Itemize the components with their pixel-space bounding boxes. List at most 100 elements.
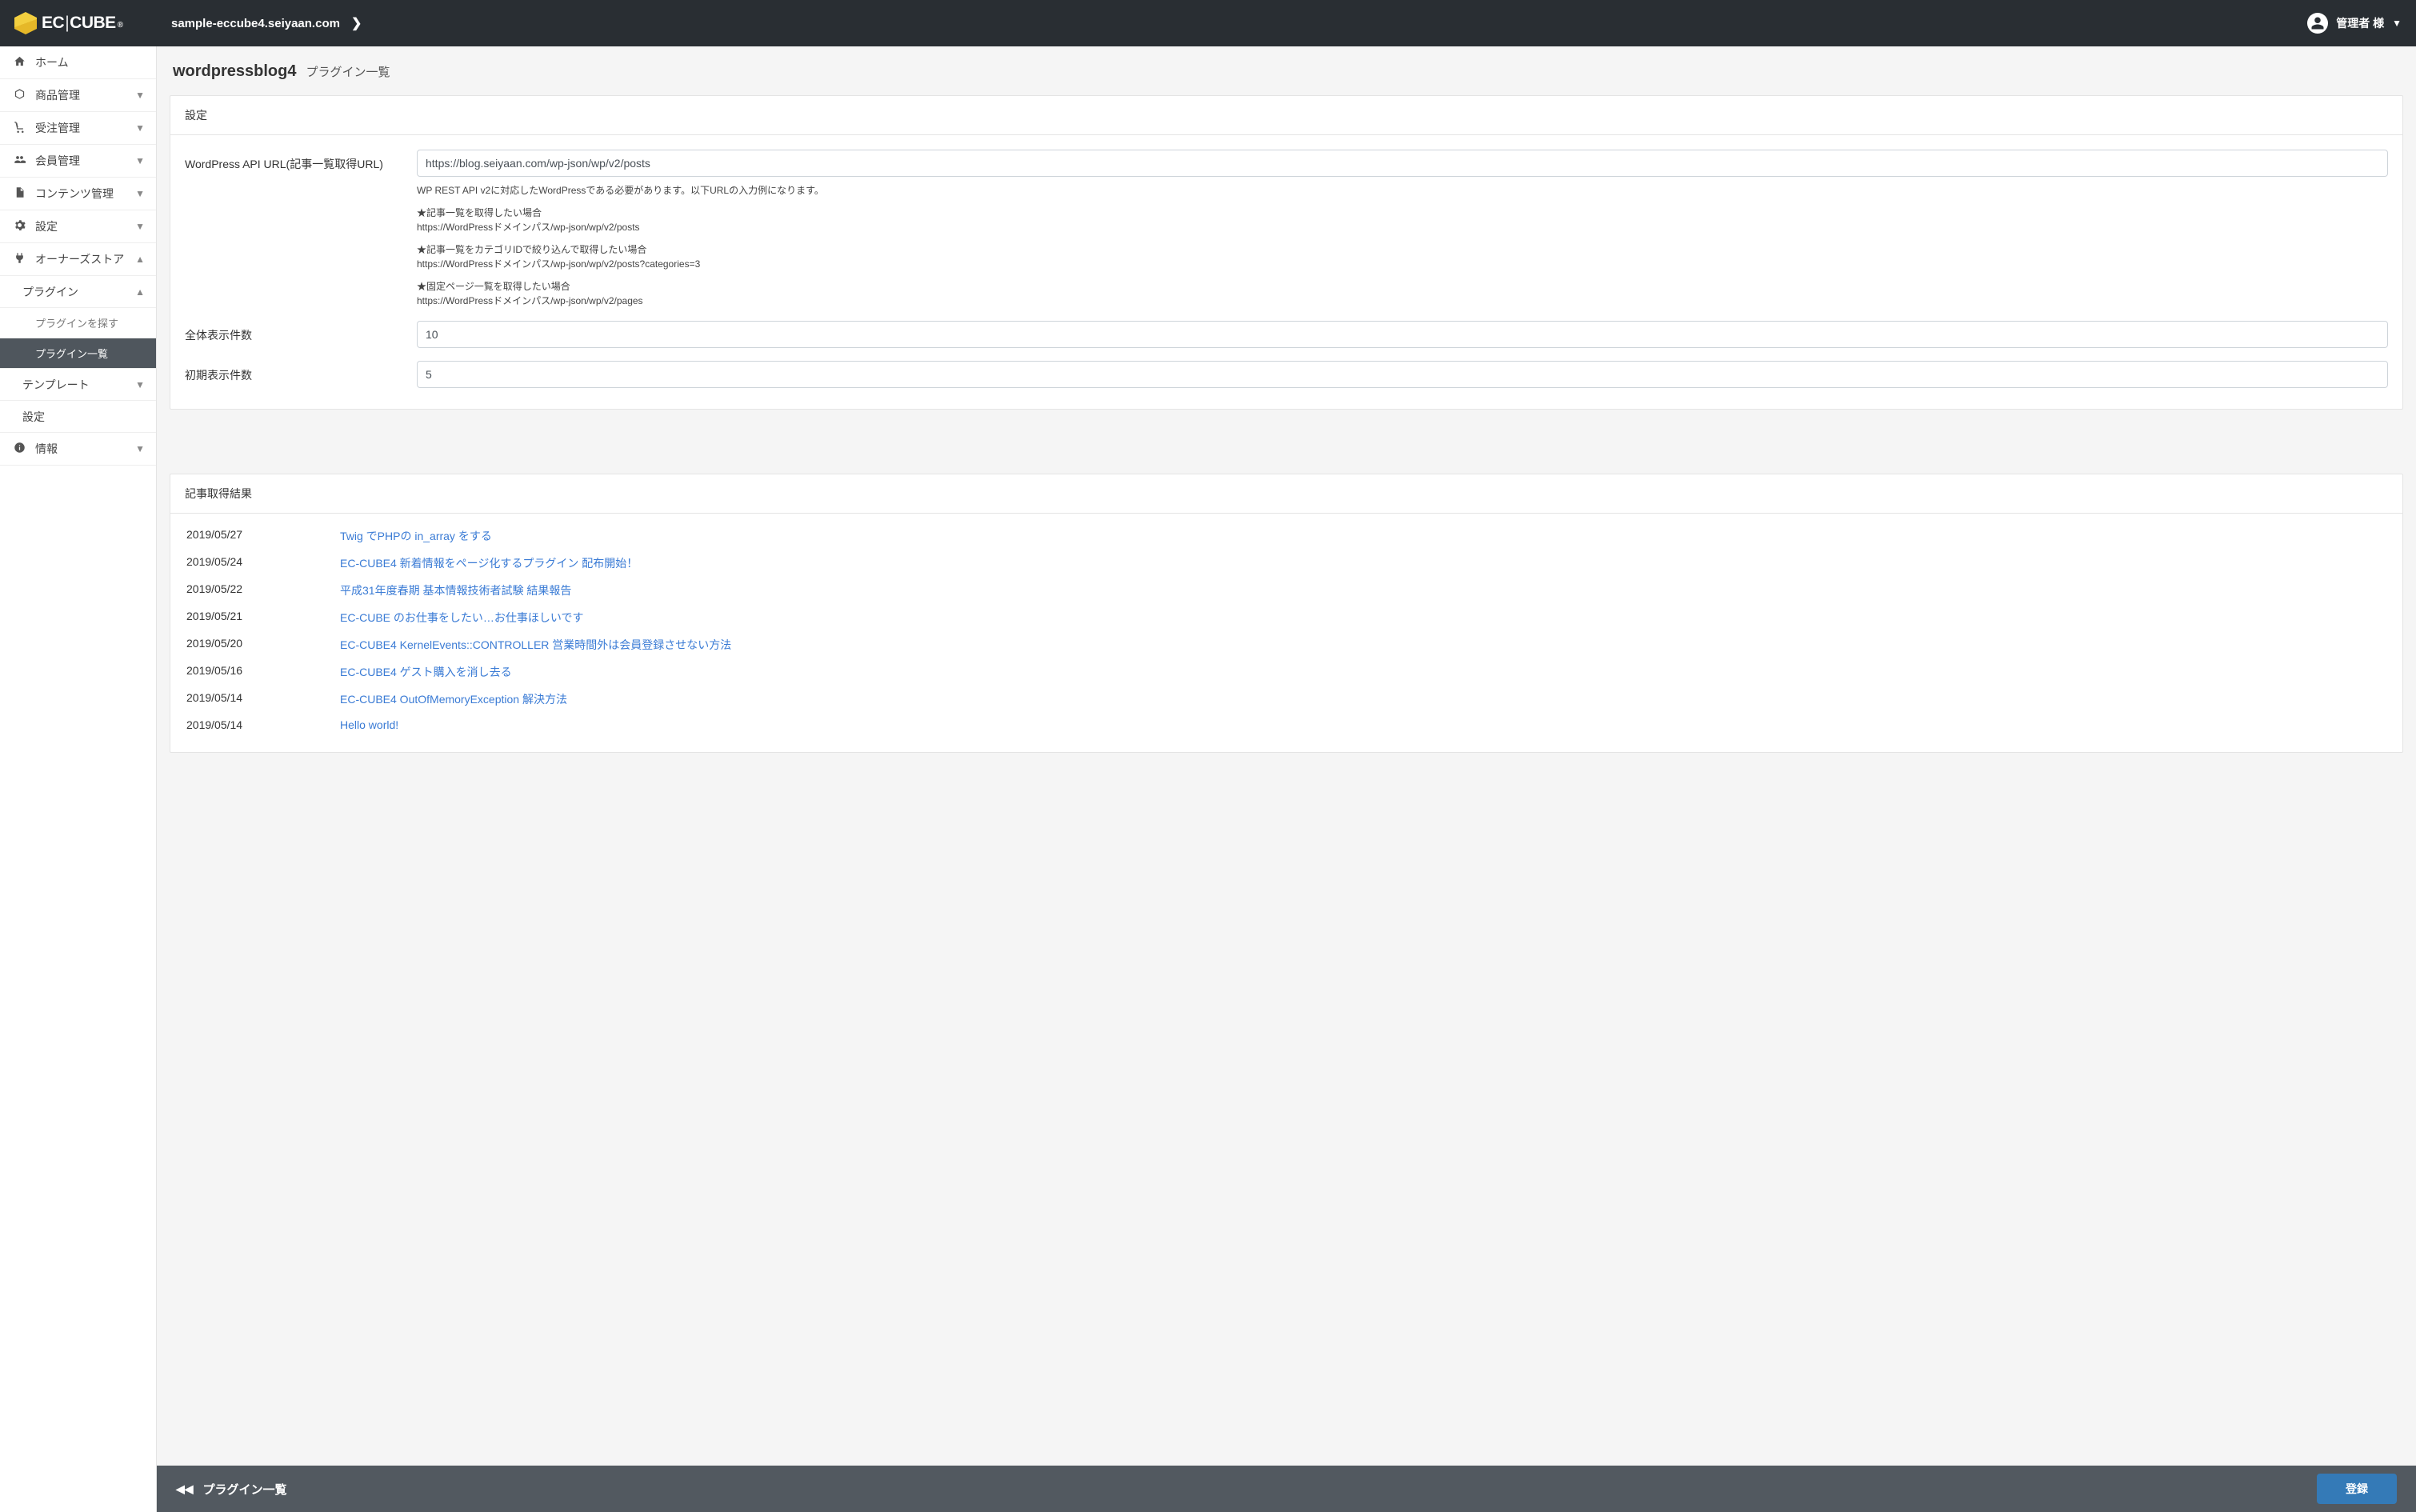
result-date: 2019/05/16 xyxy=(186,659,338,685)
chevron-down-icon: ▼ xyxy=(135,188,145,199)
results-card: 記事取得結果 2019/05/27Twig でPHPの in_array をする… xyxy=(170,474,2403,753)
table-row: 2019/05/16EC-CUBE4 ゲスト購入を消し去る xyxy=(186,659,2386,685)
cube-icon xyxy=(11,88,27,102)
sidebar-item-home[interactable]: ホーム xyxy=(0,46,156,79)
info-icon xyxy=(11,442,27,456)
result-link[interactable]: Twig でPHPの in_array をする xyxy=(340,530,492,542)
table-row: 2019/05/20EC-CUBE4 KernelEvents::CONTROL… xyxy=(186,632,2386,658)
topbar: EC|CUBE® sample-eccube4.seiyaan.com ❯ 管理… xyxy=(0,0,2416,46)
logo-text: EC|CUBE® xyxy=(42,14,122,33)
chevron-down-icon: ▼ xyxy=(2392,18,2402,29)
sidebar-subitem-ssetting[interactable]: 設定 xyxy=(0,401,156,433)
sidebar-item-label: オーナーズストア xyxy=(35,251,124,267)
file-icon xyxy=(11,186,27,201)
settings-card: 設定 WordPress API URL(記事一覧取得URL)WP REST A… xyxy=(170,95,2403,410)
result-link[interactable]: EC-CUBE4 OutOfMemoryException 解決方法 xyxy=(340,693,567,706)
logo-cube-icon xyxy=(14,12,37,34)
sidebar-item-content[interactable]: コンテンツ管理 ▼ xyxy=(0,178,156,210)
breadcrumb[interactable]: sample-eccube4.seiyaan.com ❯ xyxy=(171,15,362,31)
home-icon xyxy=(11,55,27,70)
results-card-header: 記事取得結果 xyxy=(170,474,2402,514)
user-icon xyxy=(2307,13,2328,34)
result-link[interactable]: EC-CUBE のお仕事をしたい…お仕事ほしいです xyxy=(340,611,583,624)
sidebar-subsubitem-plugin-search[interactable]: プラグインを探す xyxy=(0,308,156,338)
sidebar-subsubitem-plugin-list[interactable]: プラグイン一覧 xyxy=(0,338,156,369)
sidebar-item-label: プラグインを探す xyxy=(35,315,118,330)
result-date: 2019/05/24 xyxy=(186,550,338,576)
form-field xyxy=(417,321,2388,348)
user-label: 管理者 様 xyxy=(2336,15,2384,31)
submit-button[interactable]: 登録 xyxy=(2317,1474,2397,1504)
result-link[interactable]: Hello world! xyxy=(340,718,398,731)
chevron-down-icon: ▼ xyxy=(135,443,145,454)
table-row: 2019/05/22平成31年度春期 基本情報技術者試験 結果報告 xyxy=(186,578,2386,603)
logo-text-left: EC xyxy=(42,14,64,32)
chevron-up-icon: ▲ xyxy=(135,254,145,265)
page-title: wordpressblog4 プラグイン一覧 xyxy=(173,62,2403,81)
gear-icon xyxy=(11,219,27,234)
text-input[interactable] xyxy=(417,361,2388,388)
chevron-right-icon: ❯ xyxy=(351,15,362,31)
sidebar-item-label: プラグイン一覧 xyxy=(35,346,108,361)
back-link[interactable]: ◀◀ プラグイン一覧 xyxy=(176,1481,287,1498)
rewind-icon: ◀◀ xyxy=(176,1482,194,1496)
result-date: 2019/05/14 xyxy=(186,714,338,736)
footer-bar: ◀◀ プラグイン一覧 登録 xyxy=(157,1466,2416,1512)
result-date: 2019/05/22 xyxy=(186,578,338,603)
result-link[interactable]: EC-CUBE4 新着情報をページ化するプラグイン 配布開始！ xyxy=(340,557,638,570)
sidebar-subitem-template[interactable]: テンプレート ▼ xyxy=(0,369,156,401)
result-date: 2019/05/14 xyxy=(186,686,338,712)
user-menu[interactable]: 管理者 様 ▼ xyxy=(2307,13,2402,34)
form-label: 全体表示件数 xyxy=(185,321,417,343)
result-link[interactable]: 平成31年度春期 基本情報技術者試験 結果報告 xyxy=(340,584,571,597)
back-label: プラグイン一覧 xyxy=(203,1481,287,1498)
page-title-main: wordpressblog4 xyxy=(173,62,296,81)
plug-icon xyxy=(11,252,27,266)
form-label: WordPress API URL(記事一覧取得URL) xyxy=(185,150,417,172)
form-field xyxy=(417,361,2388,388)
chevron-down-icon: ▼ xyxy=(135,379,145,390)
table-row: 2019/05/14Hello world! xyxy=(186,714,2386,736)
sidebar-item-label: 情報 xyxy=(35,441,58,457)
breadcrumb-text: sample-eccube4.seiyaan.com xyxy=(171,17,340,30)
sidebar-item-label: 設定 xyxy=(35,218,58,234)
sidebar-item-member[interactable]: 会員管理 ▼ xyxy=(0,145,156,178)
sidebar: ホーム商品管理▼受注管理▼会員管理▼コンテンツ管理▼設定▼オーナーズストア▲プラ… xyxy=(0,46,157,1512)
text-input[interactable] xyxy=(417,321,2388,348)
table-row: 2019/05/21EC-CUBE のお仕事をしたい…お仕事ほしいです xyxy=(186,605,2386,630)
table-row: 2019/05/24EC-CUBE4 新着情報をページ化するプラグイン 配布開始… xyxy=(186,550,2386,576)
help-text: WP REST API v2に対応したWordPressである必要があります。以… xyxy=(417,183,2388,308)
main: wordpressblog4 プラグイン一覧 設定 WordPress API … xyxy=(157,46,2416,825)
sidebar-item-store[interactable]: オーナーズストア ▲ xyxy=(0,243,156,276)
sidebar-item-label: 商品管理 xyxy=(35,87,80,103)
form-label: 初期表示件数 xyxy=(185,361,417,383)
text-input[interactable] xyxy=(417,150,2388,177)
chevron-down-icon: ▼ xyxy=(135,90,145,101)
sidebar-item-label: プラグイン xyxy=(22,284,78,300)
form-row: 初期表示件数 xyxy=(185,354,2388,394)
sidebar-item-label: 受注管理 xyxy=(35,120,80,136)
sidebar-item-label: テンプレート xyxy=(22,377,90,393)
chevron-down-icon: ▼ xyxy=(135,155,145,166)
result-date: 2019/05/20 xyxy=(186,632,338,658)
form-row: 全体表示件数 xyxy=(185,314,2388,354)
sidebar-item-label: コンテンツ管理 xyxy=(35,186,114,202)
sidebar-item-label: 会員管理 xyxy=(35,153,80,169)
results-table: 2019/05/27Twig でPHPの in_array をする2019/05… xyxy=(185,522,2388,738)
form-field: WP REST API v2に対応したWordPressである必要があります。以… xyxy=(417,150,2388,308)
result-link[interactable]: EC-CUBE4 KernelEvents::CONTROLLER 営業時間外は… xyxy=(340,638,731,651)
logo[interactable]: EC|CUBE® xyxy=(14,12,157,34)
result-link[interactable]: EC-CUBE4 ゲスト購入を消し去る xyxy=(340,666,512,678)
chevron-up-icon: ▲ xyxy=(135,286,145,298)
sidebar-item-setting[interactable]: 設定▼ xyxy=(0,210,156,243)
page-title-sub: プラグイン一覧 xyxy=(306,63,390,80)
table-row: 2019/05/27Twig でPHPの in_array をする xyxy=(186,523,2386,549)
result-date: 2019/05/27 xyxy=(186,523,338,549)
sidebar-subitem-plugin[interactable]: プラグイン ▲ xyxy=(0,276,156,308)
sidebar-item-info[interactable]: 情報 ▼ xyxy=(0,433,156,466)
sidebar-item-order[interactable]: 受注管理▼ xyxy=(0,112,156,145)
cart-icon xyxy=(11,121,27,135)
users-icon xyxy=(11,154,27,168)
sidebar-item-product[interactable]: 商品管理 ▼ xyxy=(0,79,156,112)
form-row: WordPress API URL(記事一覧取得URL)WP REST API … xyxy=(185,143,2388,314)
